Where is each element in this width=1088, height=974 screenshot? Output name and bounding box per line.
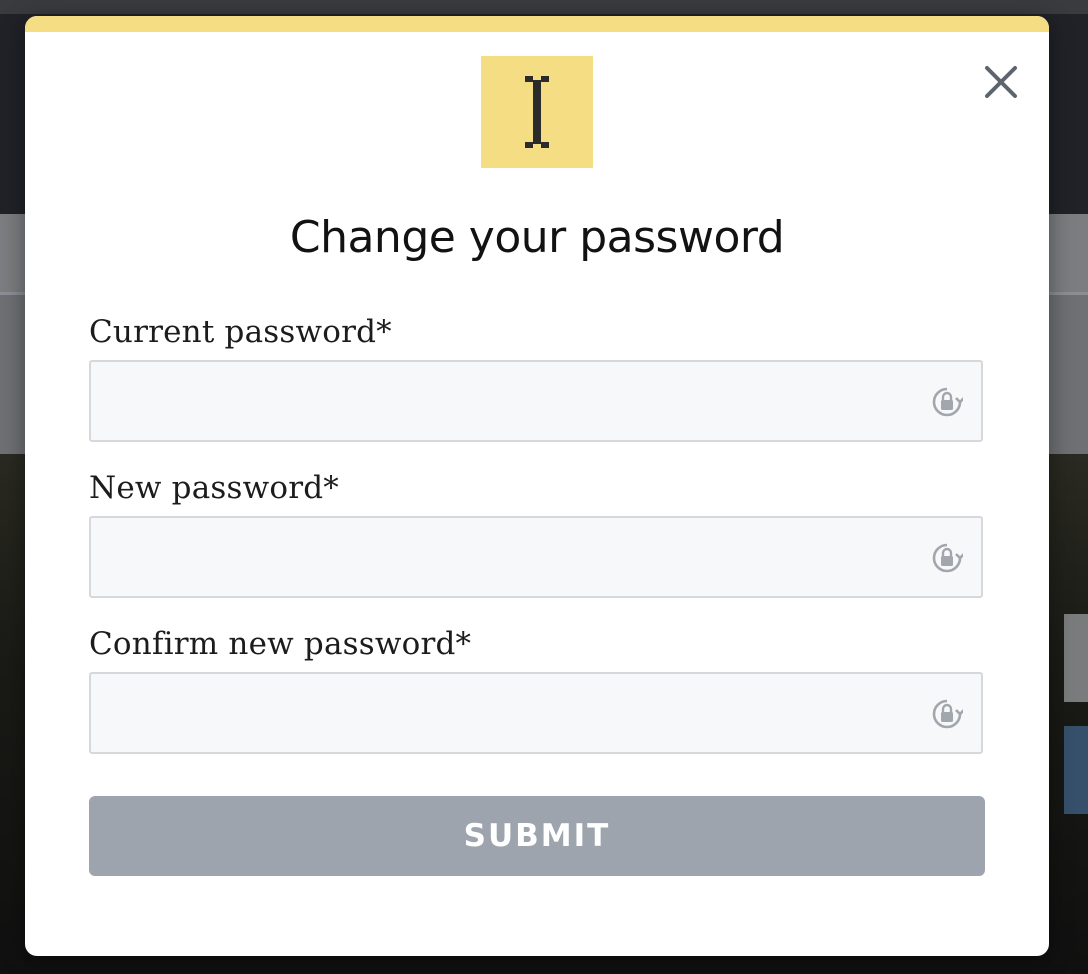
current-password-input[interactable] [91, 362, 981, 440]
background-card [1064, 726, 1088, 814]
new-password-input[interactable] [91, 518, 981, 596]
current-password-field[interactable] [89, 360, 983, 442]
current-password-label: Current password* [89, 314, 392, 350]
password-manager-lock-icon[interactable] [931, 698, 963, 732]
logo [481, 56, 593, 168]
background-card [1064, 614, 1088, 702]
modal-accent-bar [25, 16, 1049, 32]
new-password-label: New password* [89, 470, 339, 506]
password-manager-lock-icon[interactable] [931, 386, 963, 420]
confirm-password-label: Confirm new password* [89, 626, 472, 662]
modal-title: Change your password [289, 212, 785, 263]
text-cursor-icon [525, 76, 549, 148]
submit-button[interactable]: SUBMIT [89, 796, 985, 876]
browser-top-strip [0, 0, 1088, 14]
password-manager-lock-icon[interactable] [931, 542, 963, 576]
change-password-modal: Change your password Current password* N… [25, 16, 1049, 956]
new-password-field[interactable] [89, 516, 983, 598]
close-button[interactable] [981, 62, 1021, 102]
close-icon [985, 66, 1017, 98]
confirm-password-field[interactable] [89, 672, 983, 754]
confirm-password-input[interactable] [91, 674, 981, 752]
